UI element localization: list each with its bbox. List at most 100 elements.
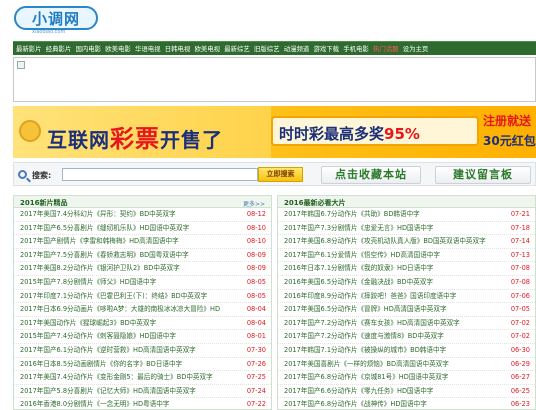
- movie-link[interactable]: 2017年国产6.6分动作片《零九任务》HD国语中字: [284, 385, 433, 399]
- list-item[interactable]: 2017年国产7.3分剧情片《忠爱无言》HD国语中字 07-18: [278, 222, 535, 236]
- list-item[interactable]: 2017年美国7.4分科幻片《异形：契约》BD中英双字 08-12: [14, 208, 271, 222]
- search-button[interactable]: 立即搜索: [258, 167, 303, 182]
- list-item[interactable]: 2017年国产6.1分动作片《逆时营救》HD高清国语中英双字 07-30: [14, 344, 271, 358]
- list-item[interactable]: 2016年日本8.5分动画剧情片《你的名字》BD日语中字 07-26: [14, 358, 271, 372]
- nav-item-anime[interactable]: 动漫频道: [284, 44, 310, 53]
- banner-offer-red: 95%: [384, 125, 420, 143]
- main-nav: 最新影片 经典影片 国内电影 欧美电影 华语电视 日韩电视 欧美电视 最新综艺 …: [13, 41, 536, 55]
- list-item[interactable]: 2017年美国6.5分动作片《冒牌》HD高清国语中英双字 07-05: [278, 303, 535, 317]
- movie-date: 07-14: [510, 237, 530, 246]
- movie-link[interactable]: 2015年国产7.4分动作片《刺客聂隐娘》HD国语中字: [20, 330, 176, 344]
- site-logo[interactable]: 小调网 xiaodiao.com: [14, 4, 100, 35]
- movie-link[interactable]: 2017年国产7.3分剧情片《忠爱无言》HD国语中字: [284, 222, 433, 236]
- list-item[interactable]: 2015年国产7.8分剧情片《师父》HD国语中字 08-05: [14, 276, 271, 290]
- nav-item-mobile-movies[interactable]: 手机电影: [343, 44, 369, 53]
- movie-link[interactable]: 2015年国产7.8分剧情片《师父》HD国语中字: [20, 276, 156, 290]
- list-item[interactable]: 2017年美国6.8分动作片《攻壳机动队真人版》BD国英双语中英双字 07-14: [278, 235, 535, 249]
- logo-text: 小调网: [32, 10, 81, 28]
- list-item[interactable]: 2017年日本6.9分动画片《哆啦A梦：大雄的南极冰冰凉大冒险》HD 08-04: [14, 303, 271, 317]
- movie-link[interactable]: 2017年美国6.8分动作片《攻壳机动队真人版》BD国英双语中英双字: [284, 235, 486, 249]
- list-item[interactable]: 2017年美国动作片《猩球崛起3》BD中英双字 08-04: [14, 317, 271, 331]
- nav-item-jp-kr-tv[interactable]: 日韩电视: [165, 44, 191, 53]
- nav-item-classic[interactable]: 经典影片: [46, 44, 72, 53]
- nav-item-western-movies[interactable]: 欧美电影: [105, 44, 131, 53]
- message-board-button[interactable]: 建议留言板: [435, 166, 531, 184]
- nav-item-western-tv[interactable]: 欧美电视: [195, 44, 221, 53]
- movie-link[interactable]: 2017年国产7.2分动作片《速度与激情8》BD中英双字: [284, 330, 444, 344]
- movie-link[interactable]: 2017年美国动作片《猩球崛起3》BD中英双字: [20, 317, 156, 331]
- list-item[interactable]: 2017年韩国6.7分动作片《共助》BD韩语中字 07-21: [278, 208, 535, 222]
- movie-date: 07-06: [510, 291, 530, 300]
- panel-title: 2016最新必看大片: [284, 199, 346, 207]
- movie-link[interactable]: 2017年美国7.4分动作片《变形金刚5：最后的骑士》BD中英双字: [20, 371, 213, 385]
- nav-item-old-variety[interactable]: 旧版综艺: [254, 44, 280, 53]
- list-item[interactable]: 2017年国产5.8分喜剧片《记忆大师》HD高清国语中英双字 07-24: [14, 385, 271, 399]
- add-favorite-button[interactable]: 点击收藏本站: [321, 166, 421, 184]
- lottery-banner[interactable]: 互联网彩票开售了 时时彩最高多奖95% 注册就送 30元红包: [13, 106, 536, 158]
- movie-link[interactable]: 2017年国产6.1分爱情片《悟空传》HD高清国语中字: [284, 249, 440, 263]
- movie-link[interactable]: 2017年韩国7.1分动作片《被操纵的城市》BD韩语中字: [284, 344, 446, 358]
- movie-link[interactable]: 2016年印度8.9分动作片《摔跤吧！爸爸》国语印度语中字: [284, 290, 456, 304]
- movie-list: 2017年美国7.4分科幻片《异形：契约》BD中英双字 08-12 2017年国产6…: [14, 208, 271, 410]
- movie-link[interactable]: 2017年国产5.8分喜剧片《记忆大师》HD高清国语中英双字: [20, 385, 196, 399]
- movie-link[interactable]: 2016年香港8.0分剧情片《一念无明》HD粤语中字: [20, 398, 169, 410]
- list-item[interactable]: 2017年国产6.8分动作片《京城81号》HD国语中英双字 06-27: [278, 371, 535, 385]
- movie-link[interactable]: 2017年美国喜剧片《一样的烦恼》BD高清国语中英双字: [284, 358, 449, 372]
- movie-link[interactable]: 2017年国产6.1分动作片《逆时营救》HD高清国语中英双字: [20, 344, 196, 358]
- nav-item-latest-variety[interactable]: 最新综艺: [224, 44, 250, 53]
- list-item[interactable]: 2017年美国8.2分动作片《银河护卫队2》BD中英双字 08-09: [14, 262, 271, 276]
- ad-frame: [13, 57, 536, 102]
- nav-item-set-home[interactable]: 设为主页: [403, 44, 429, 53]
- list-item[interactable]: 2017年美国喜剧片《一样的烦恼》BD高清国语中英双字 06-29: [278, 358, 535, 372]
- list-item[interactable]: 2017年国产6.6分动作片《零九任务》HD国语中字 06-25: [278, 385, 535, 399]
- new-releases-panel: 2016新片精品 更多>> 2017年美国7.4分科幻片《异形：契约》BD中英双…: [13, 195, 272, 410]
- movie-date: 06-30: [510, 345, 530, 354]
- movie-link[interactable]: 2017年国产剧情片《李雷和韩梅梅》HD高清国语中字: [20, 235, 179, 249]
- nav-item-chinese-tv[interactable]: 华语电视: [135, 44, 161, 53]
- movie-link[interactable]: 2016年日本8.5分动画剧情片《你的名字》BD日语中字: [20, 358, 182, 372]
- banner-offer-box: 时时彩最高多奖95%: [271, 116, 479, 146]
- movie-link[interactable]: 2017年日本6.9分动画片《哆啦A梦：大雄的南极冰冰凉大冒险》HD: [20, 303, 220, 317]
- movie-date: 07-02: [510, 318, 530, 327]
- list-item[interactable]: 2017年印度7.1分动作片《巴霍巴利王(下)：终结》BD中英双字 08-05: [14, 290, 271, 304]
- search-input[interactable]: [62, 168, 258, 181]
- movie-link[interactable]: 2017年美国6.5分动作片《冒牌》HD高清国语中英双字: [284, 303, 447, 317]
- nav-item-domestic-movies[interactable]: 国内电影: [76, 44, 102, 53]
- list-item[interactable]: 2016年香港8.0分剧情片《一念无明》HD粤语中字 07-22: [14, 398, 271, 410]
- list-item[interactable]: 2017年国产7.2分动作片《速度与激情8》BD中英双字 07-02: [278, 330, 535, 344]
- list-item[interactable]: 2017年国产剧情片《李雷和韩梅梅》HD高清国语中字 08-10: [14, 235, 271, 249]
- movie-date: 08-10: [246, 237, 266, 246]
- movie-link[interactable]: 2016年日本7.1分剧情片《我的奴隶》HD日语中字: [284, 262, 433, 276]
- nav-item-hot[interactable]: 热门话题: [373, 44, 399, 53]
- list-item[interactable]: 2016年日本7.1分剧情片《我的奴隶》HD日语中字 07-08: [278, 262, 535, 276]
- movie-link[interactable]: 2017年印度7.1分动作片《巴霍巴利王(下)：终结》BD中英双字: [20, 290, 207, 304]
- movie-link[interactable]: 2016年美国6.5分动作片《金融决战》BD中英双字: [284, 276, 433, 290]
- list-item[interactable]: 2017年国产6.5分喜剧片《缝纫机乐队》HD国语中英双字 08-10: [14, 222, 271, 236]
- list-item[interactable]: 2017年国产6.8分动作片《战神传》HD国语中字 06-23: [278, 398, 535, 410]
- movie-link[interactable]: 2017年韩国6.7分动作片《共助》BD韩语中字: [284, 208, 420, 222]
- movie-date: 08-09: [246, 264, 266, 273]
- banner-offer-pre: 时时彩最高多奖: [279, 125, 385, 143]
- movie-link[interactable]: 2017年美国8.2分动作片《银河护卫队2》BD中英双字: [20, 262, 180, 276]
- list-item[interactable]: 2016年美国6.5分动作片《金融决战》BD中英双字 07-08: [278, 276, 535, 290]
- list-item[interactable]: 2017年韩国7.1分动作片《被操纵的城市》BD韩语中字 06-30: [278, 344, 535, 358]
- movie-link[interactable]: 2017年国产6.5分喜剧片《缝纫机乐队》HD国语中英双字: [20, 222, 189, 236]
- movie-date: 08-05: [246, 291, 266, 300]
- list-item[interactable]: 2015年国产7.4分动作片《刺客聂隐娘》HD国语中字 08-01: [14, 330, 271, 344]
- movie-link[interactable]: 2017年国产7.5分喜剧片《春娇救志明》BD国粤双语中字: [20, 249, 189, 263]
- movie-link[interactable]: 2017年国产6.8分动作片《京城81号》HD国语中英双字: [284, 371, 448, 385]
- list-item[interactable]: 2016年印度8.9分动作片《摔跤吧！爸爸》国语印度语中字 07-06: [278, 290, 535, 304]
- movie-link[interactable]: 2017年美国7.4分科幻片《异形：契约》BD中英双字: [20, 208, 176, 222]
- list-item[interactable]: 2017年国产6.1分爱情片《悟空传》HD高清国语中字 07-13: [278, 249, 535, 263]
- banner-offer-text: 时时彩最高多奖95%: [279, 123, 420, 144]
- nav-item-latest[interactable]: 最新影片: [16, 44, 42, 53]
- list-item[interactable]: 2017年国产7.2分动作片《赛车女孩》HD高清国语中英双字 07-02: [278, 317, 535, 331]
- movie-date: 07-08: [510, 277, 530, 286]
- movie-link[interactable]: 2017年国产7.2分动作片《赛车女孩》HD高清国语中英双字: [284, 317, 460, 331]
- list-item[interactable]: 2017年国产7.5分喜剧片《春娇救志明》BD国粤双语中字 08-09: [14, 249, 271, 263]
- movie-link[interactable]: 2017年国产6.8分动作片《战神传》HD国语中字: [284, 398, 427, 410]
- list-item[interactable]: 2017年美国7.4分动作片《变形金刚5：最后的骑士》BD中英双字 07-25: [14, 371, 271, 385]
- movie-date: 08-09: [246, 250, 266, 259]
- nav-item-games[interactable]: 游戏下载: [314, 44, 340, 53]
- more-link[interactable]: 更多>>: [243, 199, 265, 208]
